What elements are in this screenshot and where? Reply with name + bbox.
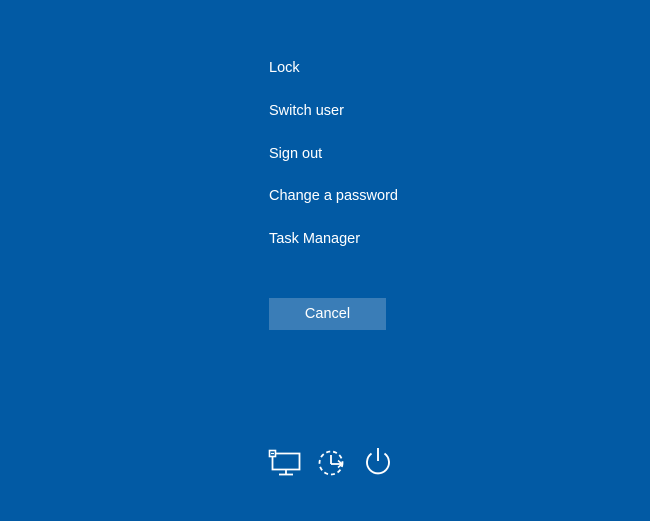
ease-of-access-icon (318, 450, 344, 476)
change-password-option[interactable]: Change a password (269, 185, 398, 207)
lock-option[interactable]: Lock (269, 57, 398, 79)
cancel-button[interactable]: Cancel (269, 298, 386, 330)
network-button[interactable] (266, 444, 304, 480)
sign-out-option[interactable]: Sign out (269, 143, 398, 165)
task-manager-option[interactable]: Task Manager (269, 228, 398, 250)
power-button[interactable] (359, 444, 397, 480)
power-icon (366, 448, 390, 475)
switch-user-option[interactable]: Switch user (269, 100, 398, 122)
security-options-menu: Lock Switch user Sign out Change a passw… (269, 57, 398, 271)
network-icon (268, 449, 301, 476)
ease-of-access-button[interactable] (313, 444, 351, 480)
